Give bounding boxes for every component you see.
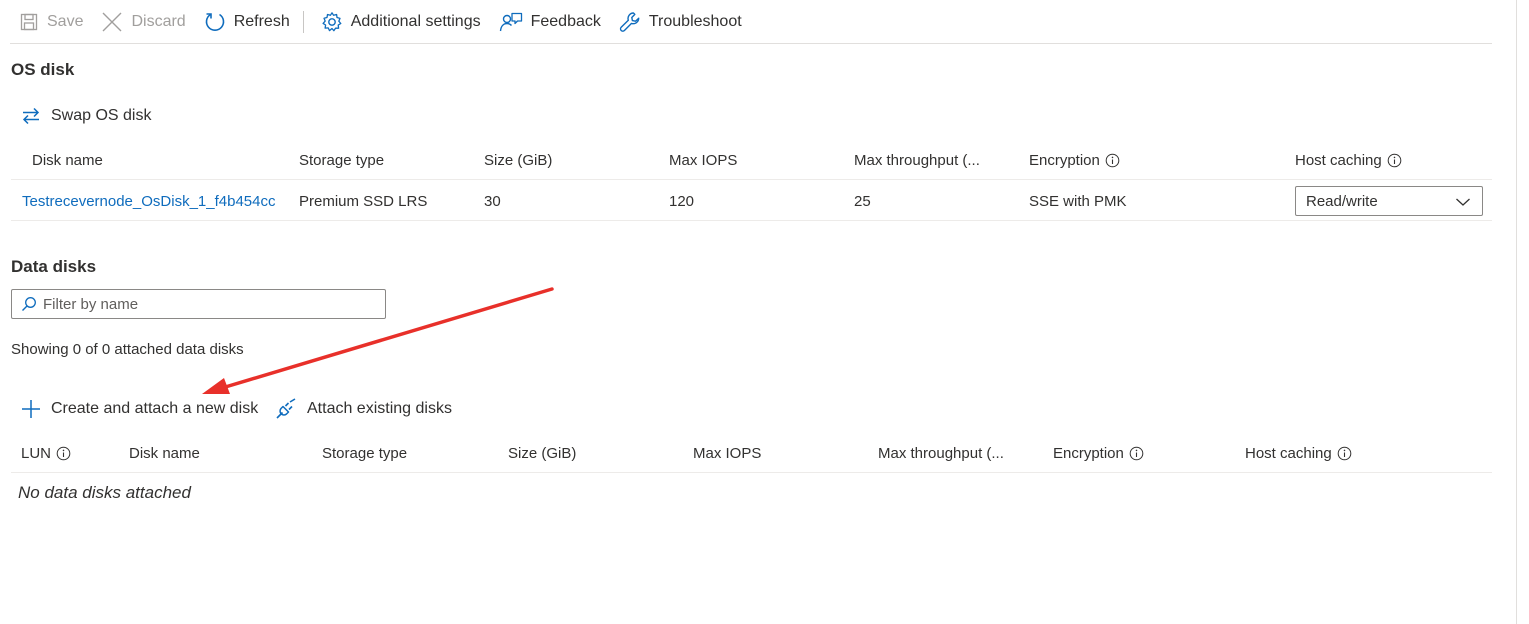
search-icon xyxy=(22,297,36,311)
refresh-label: Refresh xyxy=(233,12,290,30)
attached-disks-count-text: Showing 0 of 0 attached data disks xyxy=(11,341,244,358)
data-disks-heading: Data disks xyxy=(11,257,97,276)
troubleshoot-label: Troubleshoot xyxy=(648,12,742,30)
host-caching-header-label: Host caching xyxy=(1245,444,1332,462)
feedback-icon xyxy=(499,12,522,31)
gear-icon xyxy=(322,11,342,31)
column-header-max-iops[interactable]: Max IOPS xyxy=(669,140,737,180)
column-header-lun[interactable]: LUN xyxy=(21,433,71,473)
feedback-label: Feedback xyxy=(530,12,601,30)
wrench-icon xyxy=(619,11,640,32)
additional-settings-label: Additional settings xyxy=(350,12,481,30)
host-caching-selected-value: Read/write xyxy=(1306,192,1378,210)
discard-label: Discard xyxy=(131,12,186,30)
column-header-host-caching[interactable]: Host caching xyxy=(1245,433,1352,473)
column-header-encryption[interactable]: Encryption xyxy=(1053,433,1144,473)
column-header-max-throughput[interactable]: Max throughput (... xyxy=(878,433,1004,473)
info-icon[interactable] xyxy=(1105,153,1120,168)
troubleshoot-button[interactable]: Troubleshoot xyxy=(610,0,751,44)
column-header-disk-name[interactable]: Disk name xyxy=(32,140,103,180)
column-header-storage-type[interactable]: Storage type xyxy=(299,140,384,180)
create-and-attach-disk-button[interactable]: Create and attach a new disk xyxy=(21,397,258,421)
column-header-disk-name[interactable]: Disk name xyxy=(129,433,200,473)
os-disk-name-link[interactable]: Testrecevernode_OsDisk_1_f4b454cc xyxy=(22,181,280,221)
column-header-max-throughput[interactable]: Max throughput (... xyxy=(854,140,980,180)
os-disk-size: 30 xyxy=(484,192,501,210)
os-disk-max-iops: 120 xyxy=(669,192,695,210)
data-disks-table-header: LUN Disk name Storage type Size (GiB) Ma… xyxy=(11,433,1492,473)
additional-settings-button[interactable]: Additional settings xyxy=(312,0,490,44)
save-button[interactable]: Save xyxy=(10,0,92,44)
create-and-attach-disk-label: Create and attach a new disk xyxy=(51,400,259,417)
host-caching-dropdown[interactable]: Read/write xyxy=(1295,186,1483,216)
info-icon[interactable] xyxy=(1387,153,1402,168)
refresh-icon xyxy=(205,12,224,31)
discard-button[interactable]: Discard xyxy=(92,0,194,44)
table-row: Testrecevernode_OsDisk_1_f4b454cc Premiu… xyxy=(11,181,1492,221)
os-disk-max-throughput: 25 xyxy=(854,192,871,210)
toolbar-divider xyxy=(302,10,304,33)
swap-os-disk-label: Swap OS disk xyxy=(51,107,152,124)
column-header-encryption[interactable]: Encryption xyxy=(1029,140,1120,180)
attach-existing-disks-label: Attach existing disks xyxy=(307,400,452,417)
attach-existing-disks-button[interactable]: Attach existing disks xyxy=(275,397,452,421)
save-label: Save xyxy=(47,12,84,30)
chevron-down-icon xyxy=(1456,198,1470,206)
panel-right-border xyxy=(1516,0,1517,624)
encryption-header-label: Encryption xyxy=(1029,151,1100,169)
command-toolbar: Save Discard Refresh Additional settings… xyxy=(10,0,1492,44)
info-icon[interactable] xyxy=(56,446,71,461)
filter-input[interactable] xyxy=(43,295,363,313)
host-caching-header-label: Host caching xyxy=(1295,151,1382,169)
no-data-disks-message: No data disks attached xyxy=(18,483,191,502)
info-icon[interactable] xyxy=(1129,446,1144,461)
column-header-storage-type[interactable]: Storage type xyxy=(322,433,407,473)
encryption-header-label: Encryption xyxy=(1053,444,1124,462)
lun-header-label: LUN xyxy=(21,444,52,462)
swap-os-disk-button[interactable]: Swap OS disk xyxy=(21,104,151,128)
info-icon[interactable] xyxy=(1337,446,1352,461)
refresh-button[interactable]: Refresh xyxy=(195,0,299,44)
os-disk-storage-type: Premium SSD LRS xyxy=(299,192,428,210)
plus-icon xyxy=(22,400,40,418)
column-header-host-caching[interactable]: Host caching xyxy=(1295,140,1402,180)
close-icon xyxy=(102,12,122,31)
column-header-max-iops[interactable]: Max IOPS xyxy=(693,433,761,473)
os-disk-heading: OS disk xyxy=(11,60,75,79)
plug-icon xyxy=(276,398,296,419)
os-disk-encryption: SSE with PMK xyxy=(1029,192,1127,210)
column-header-size[interactable]: Size (GiB) xyxy=(484,140,552,180)
save-icon xyxy=(20,13,38,30)
os-disk-table-header: Disk name Storage type Size (GiB) Max IO… xyxy=(11,140,1492,180)
filter-by-name-field[interactable] xyxy=(11,289,386,319)
swap-icon xyxy=(22,107,40,125)
column-header-size[interactable]: Size (GiB) xyxy=(508,433,576,473)
feedback-button[interactable]: Feedback xyxy=(490,0,610,44)
